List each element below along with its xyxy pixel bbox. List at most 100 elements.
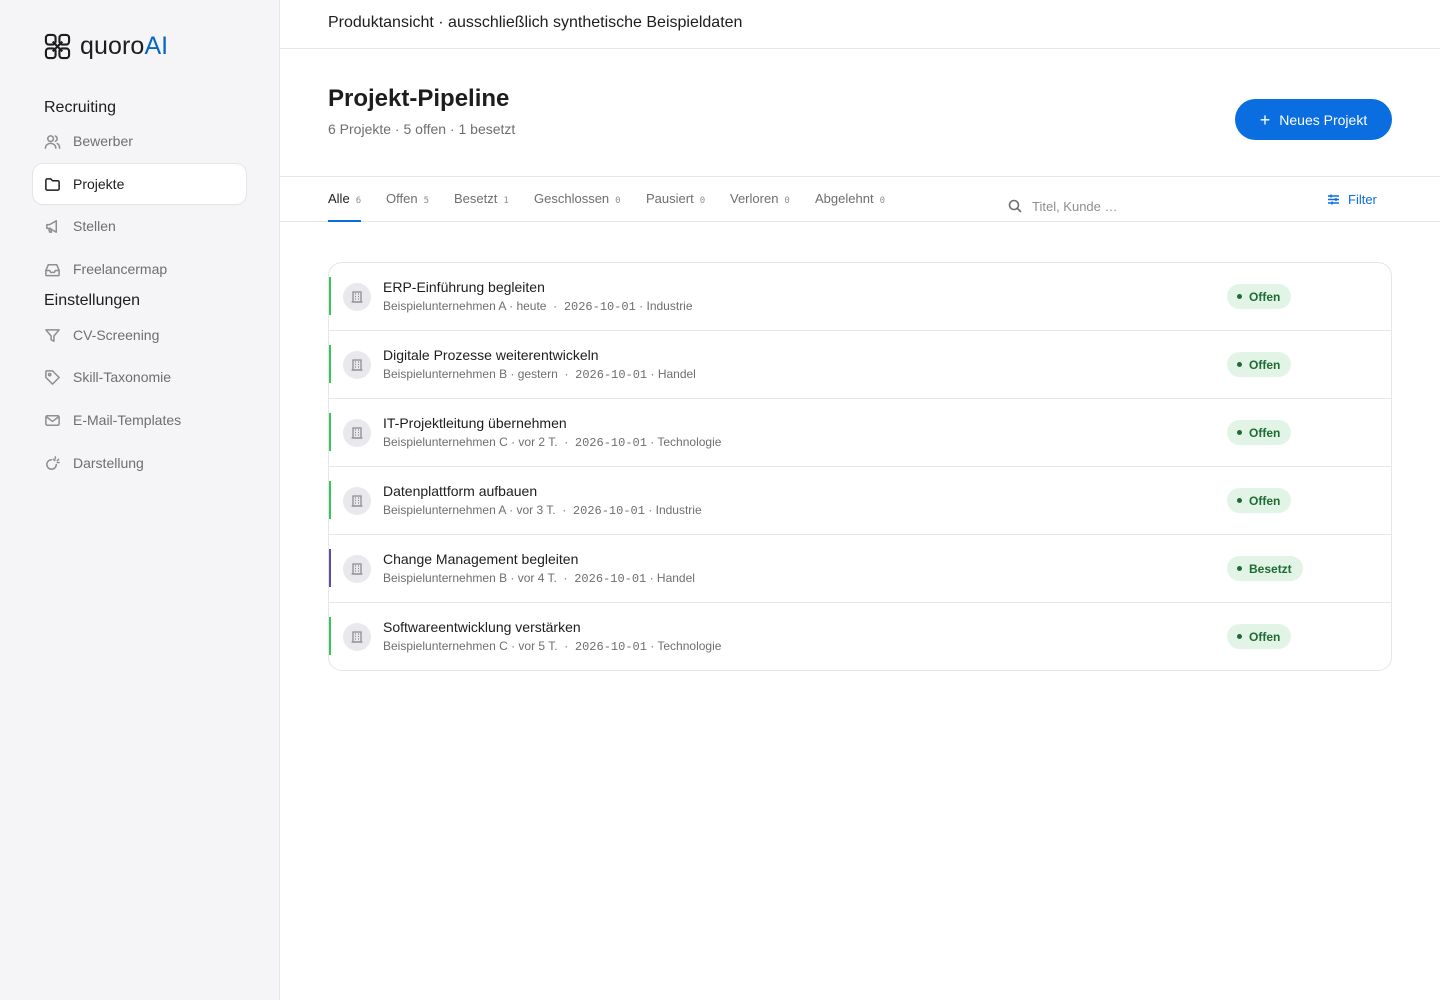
theme-icon <box>44 455 61 472</box>
tab-besetzt[interactable]: Besetzt 1 <box>454 191 509 222</box>
status-label: Offen <box>1249 357 1281 372</box>
sidebar-item-label: Projekte <box>73 176 125 192</box>
folder-icon <box>44 176 61 193</box>
project-row[interactable]: IT-Projektleitung übernehmen Beispielunt… <box>329 399 1391 467</box>
search-input[interactable] <box>1032 198 1292 214</box>
sidebar-item-skill-taxonomie[interactable]: Skill-Taxonomie <box>33 357 246 397</box>
sidebar-item-label: Darstellung <box>73 455 144 471</box>
building-icon <box>343 623 371 651</box>
status-indicator <box>329 277 331 315</box>
tab-label: Verloren <box>730 191 779 206</box>
new-project-button[interactable]: + Neues Projekt <box>1235 99 1392 140</box>
sidebar-item-cv-screening[interactable]: CV-Screening <box>33 315 246 355</box>
brand-accent: AI <box>144 31 169 60</box>
status-indicator <box>329 481 331 519</box>
sidebar-item-bewerber[interactable]: Bewerber <box>33 121 246 161</box>
page-title: Projekt-Pipeline <box>328 85 510 112</box>
project-age: vor 3 T. <box>516 503 556 517</box>
building-icon <box>343 283 371 311</box>
project-meta: Beispielunternehmen B · vor 4 T. · 2026-… <box>383 571 695 586</box>
status-label: Offen <box>1249 289 1281 304</box>
project-client: Beispielunternehmen B <box>383 571 508 585</box>
project-row[interactable]: ERP-Einführung begleiten Beispielunterne… <box>329 263 1391 331</box>
project-row[interactable]: Digitale Prozesse weiterentwickeln Beisp… <box>329 331 1391 399</box>
project-row[interactable]: Change Management begleiten Beispielunte… <box>329 535 1391 603</box>
tab-geschlossen[interactable]: Geschlossen 0 <box>534 191 621 222</box>
project-age: gestern <box>517 367 558 381</box>
tab-label: Abgelehnt <box>815 191 874 206</box>
project-industry: Industrie <box>655 503 702 517</box>
project-client: Beispielunternehmen C <box>383 639 508 653</box>
building-icon <box>343 487 371 515</box>
sidebar-item-freelancermap[interactable]: Freelancermap <box>33 249 246 289</box>
sidebar-item-label: CV-Screening <box>73 327 160 343</box>
project-date: 2026-10-01 <box>574 436 647 450</box>
project-meta: Beispielunternehmen A · heute · 2026-10-… <box>383 299 693 314</box>
sidebar-item-label: Bewerber <box>73 133 133 149</box>
topbar-notice: Produktansicht · ausschließlich syntheti… <box>328 14 743 31</box>
project-title: Change Management begleiten <box>383 551 579 567</box>
project-date: 2026-10-01 <box>563 300 636 314</box>
filter-icon <box>44 327 61 344</box>
tab-offen[interactable]: Offen 5 <box>386 191 429 222</box>
tab-alle[interactable]: Alle 6 <box>328 191 362 222</box>
status-dot <box>1237 294 1242 299</box>
project-title: Datenplattform aufbauen <box>383 483 538 499</box>
status-label: Offen <box>1249 629 1281 644</box>
sidebar-item-stellen[interactable]: Stellen <box>33 206 246 246</box>
status-dot <box>1237 566 1242 571</box>
project-date: 2026-10-01 <box>574 640 647 654</box>
search-icon <box>1008 199 1022 213</box>
tab-abgelehnt[interactable]: Abgelehnt 0 <box>815 191 885 222</box>
building-icon <box>343 351 371 379</box>
logo[interactable]: quoro AI <box>44 31 168 61</box>
sidebar-item-label: Skill-Taxonomie <box>73 369 172 385</box>
tab-label: Geschlossen <box>534 191 610 206</box>
status-dot <box>1237 430 1242 435</box>
sliders-icon <box>1328 194 1339 205</box>
status-badge: Offen <box>1227 284 1292 309</box>
tab-count: 6 <box>355 196 362 206</box>
project-client: Beispielunternehmen B <box>383 367 508 381</box>
sidebar-item-label: Stellen <box>73 218 116 234</box>
tag-icon <box>44 369 61 386</box>
sidebar: quoro AI Recruiting Bewerber Projekte Ste… <box>0 0 280 1000</box>
project-age: vor 5 T. <box>518 639 558 653</box>
project-row[interactable]: Datenplattform aufbauen Beispielunterneh… <box>329 467 1391 535</box>
project-client: Beispielunternehmen A <box>383 299 506 313</box>
project-meta: Beispielunternehmen A · vor 3 T. · 2026-… <box>383 503 702 518</box>
project-age: vor 4 T. <box>517 571 557 585</box>
project-age: heute <box>516 299 547 313</box>
new-project-label: Neues Projekt <box>1279 111 1368 128</box>
tab-count: 0 <box>879 196 885 206</box>
sidebar-item-projekte[interactable]: Projekte <box>33 164 246 204</box>
project-meta: Beispielunternehmen B · gestern · 2026-1… <box>383 367 696 382</box>
tab-label: Pausiert <box>646 191 694 206</box>
plus-icon: + <box>1259 109 1271 130</box>
status-indicator <box>329 413 331 451</box>
brand-name: quoro <box>80 31 145 60</box>
project-meta: Beispielunternehmen C · vor 2 T. · 2026-… <box>383 435 722 450</box>
project-meta: Beispielunternehmen C · vor 5 T. · 2026-… <box>383 639 722 654</box>
megaphone-icon <box>44 218 61 235</box>
status-label: Offen <box>1249 493 1281 508</box>
tab-label: Besetzt <box>454 191 498 206</box>
tab-label: Alle <box>328 191 350 206</box>
status-indicator <box>329 549 331 587</box>
tab-pausiert[interactable]: Pausiert 0 <box>646 191 705 222</box>
project-row[interactable]: Softwareentwicklung verstärken Beispielu… <box>329 603 1391 670</box>
status-badge: Offen <box>1227 624 1292 649</box>
project-industry: Handel <box>657 367 696 381</box>
sidebar-item-label: Freelancermap <box>73 261 168 277</box>
inbox-icon <box>44 261 61 278</box>
project-industry: Technologie <box>657 639 722 653</box>
filter-button[interactable]: Filter <box>1327 192 1377 207</box>
tab-verloren[interactable]: Verloren 0 <box>730 191 790 222</box>
status-indicator <box>329 345 331 383</box>
project-date: 2026-10-01 <box>574 572 647 586</box>
section-recruiting: Recruiting <box>44 99 117 116</box>
topbar: Produktansicht · ausschließlich syntheti… <box>280 0 1440 49</box>
project-industry: Industrie <box>646 299 693 313</box>
sidebar-item-email-templates[interactable]: E-Mail-Templates <box>33 400 246 440</box>
sidebar-item-darstellung[interactable]: Darstellung <box>33 443 246 483</box>
